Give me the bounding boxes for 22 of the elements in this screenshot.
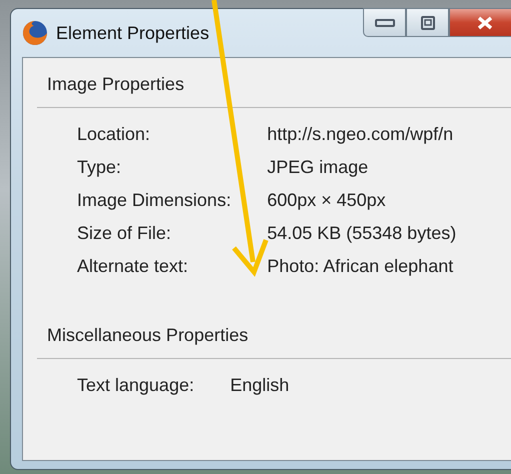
property-value: 600px × 450px xyxy=(267,189,387,212)
property-value: English xyxy=(230,374,290,397)
close-icon xyxy=(477,16,493,30)
property-label: Image Dimensions: xyxy=(77,189,232,212)
property-value: 54.05 KB (55348 bytes) xyxy=(267,222,456,245)
close-button[interactable] xyxy=(449,8,511,37)
window-title: Element Properties xyxy=(56,22,210,44)
property-label: Location: xyxy=(77,123,152,146)
maximize-button[interactable] xyxy=(406,8,449,37)
property-label: Type: xyxy=(77,156,122,179)
property-value: http://s.ngeo.com/wpf/n xyxy=(267,123,454,146)
browser-logo-icon xyxy=(22,20,48,46)
property-label: Alternate text: xyxy=(77,255,190,278)
minimize-button[interactable] xyxy=(363,8,406,37)
section-title: Miscellaneous Properties xyxy=(47,325,248,346)
property-label: Text language: xyxy=(77,374,194,397)
section-title: Image Properties xyxy=(47,74,184,95)
property-value: Photo: African elephant xyxy=(267,255,454,278)
property-value: JPEG image xyxy=(267,156,370,179)
property-label: Size of File: xyxy=(77,222,172,245)
minimize-icon xyxy=(374,18,394,28)
maximize-icon xyxy=(420,16,434,30)
